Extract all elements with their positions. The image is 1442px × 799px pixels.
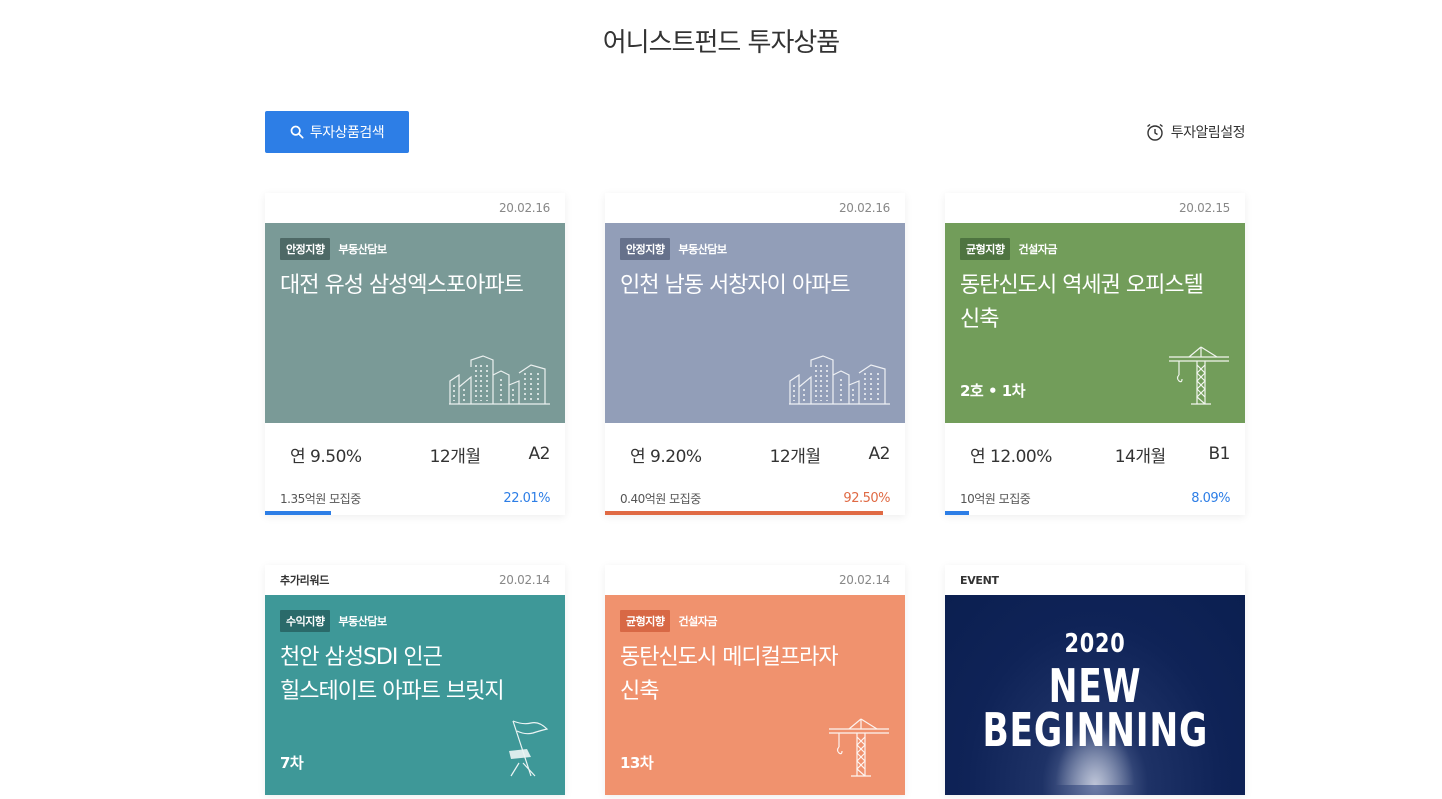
progress-percent: 8.09% [1191, 490, 1230, 506]
loan-period: 14개월 [1114, 446, 1166, 467]
credit-grade: B1 [1208, 444, 1231, 464]
search-button-label: 투자상품검색 [309, 125, 385, 141]
interest-rate: 연 12.00% [970, 446, 1052, 467]
card-title-line: 힐스테이트 아파트 브릿지 [280, 679, 505, 704]
flag-icon [509, 720, 549, 777]
event-tag: EVENT [960, 573, 999, 587]
progress-bar [265, 511, 565, 515]
card-title: 대전 유성 삼성엑스포아파트 [280, 269, 550, 303]
card-stats: 연 12.00% 14개월 B1 [945, 423, 1245, 485]
buildings-icon [449, 355, 550, 405]
credit-grade: A2 [868, 444, 891, 464]
interest-rate: 연 9.50% [290, 446, 362, 467]
progress-bar-fill [265, 511, 332, 515]
page-title: 어니스트펀드 투자상품 [602, 28, 840, 58]
event-card[interactable]: EVENT 2020 NEW BEGINNING [945, 565, 1245, 795]
card-title-line: 인천 남동 서창자이 아파트 [620, 273, 851, 298]
card-date: 20.02.15 [1178, 201, 1230, 215]
crane-icon [829, 718, 889, 777]
product-card[interactable]: 20.02.16 안정지향 부동산담보 대전 유성 삼성엑스포아파트 연 9.5… [265, 193, 565, 515]
search-icon [290, 125, 304, 139]
card-image: 균형지향 건설자금 동탄신도시 메디컬프라자 신축 13차 [605, 595, 905, 795]
search-products-button[interactable]: 투자상품검색 [265, 111, 409, 153]
card-title-line: 동탄신도시 메디컬프라자 [620, 645, 839, 670]
raised-amount: 0.40억원 모집중 [620, 491, 701, 506]
card-image: 안정지향 부동산담보 대전 유성 삼성엑스포아파트 [265, 223, 565, 423]
product-card[interactable]: 20.02.15 균형지향 건설자금 동탄신도시 역세권 오피스텔 신축 2호 … [945, 193, 1245, 515]
card-header: 20.02.16 [265, 193, 565, 223]
card-meta: 13차 [620, 754, 654, 772]
event-banner: 2020 NEW BEGINNING [945, 595, 1245, 795]
card-image: 균형지향 건설자금 동탄신도시 역세권 오피스텔 신축 2호 • 1차 [945, 223, 1245, 423]
progress-row: 0.40억원 모집중 92.50% [605, 485, 905, 511]
card-image: 안정지향 부동산담보 인천 남동 서창자이 아파트 [605, 223, 905, 423]
interest-rate: 연 9.20% [630, 446, 702, 467]
badge-collateral: 부동산담보 [338, 243, 387, 256]
investment-alarm-link[interactable]: 투자알림설정 [1145, 121, 1246, 143]
progress-percent: 22.01% [503, 490, 550, 506]
badge-collateral: 건설자금 [678, 615, 717, 628]
badge-type: 수익지향 [280, 610, 331, 632]
alarm-clock-icon [1146, 123, 1163, 141]
badge-collateral: 부동산담보 [338, 615, 387, 628]
raised-amount: 10억원 모집중 [960, 491, 1031, 506]
card-title: 동탄신도시 역세권 오피스텔 신축 [960, 269, 1230, 337]
loan-period: 12개월 [769, 446, 821, 467]
card-header: 추가리워드 20.02.14 [265, 565, 565, 595]
progress-bar-fill [605, 511, 883, 515]
badge-type: 안정지향 [280, 238, 331, 260]
card-date: 20.02.16 [838, 201, 890, 215]
progress-bar [605, 511, 905, 515]
card-title: 동탄신도시 메디컬프라자 신축 [620, 641, 890, 709]
event-year: 2020 [1064, 629, 1126, 659]
progress-bar-fill [945, 511, 970, 515]
card-title: 천안 삼성SDI 인근 힐스테이트 아파트 브릿지 [280, 641, 550, 709]
badge-type: 안정지향 [620, 238, 671, 260]
card-stats: 연 9.20% 12개월 A2 [605, 423, 905, 485]
card-meta: 7차 [280, 754, 304, 772]
buildings-icon [789, 355, 890, 405]
badge-type: 균형지향 [620, 610, 671, 632]
event-headline-line2: BEGINNING [982, 703, 1209, 757]
progress-row: 10억원 모집중 8.09% [945, 485, 1245, 511]
card-date: 20.02.16 [498, 201, 550, 215]
product-card[interactable]: 20.02.14 균형지향 건설자금 동탄신도시 메디컬프라자 신축 13차 [605, 565, 905, 795]
card-top-tag: 추가리워드 [280, 574, 330, 587]
progress-row: 1.35억원 모집중 22.01% [265, 485, 565, 511]
card-title-line: 천안 삼성SDI 인근 [280, 645, 443, 670]
card-title-line: 대전 유성 삼성엑스포아파트 [280, 273, 524, 298]
card-image: 수익지향 부동산담보 천안 삼성SDI 인근 힐스테이트 아파트 브릿지 7차 [265, 595, 565, 795]
card-header: 20.02.15 [945, 193, 1245, 223]
badge-collateral: 건설자금 [1018, 243, 1057, 256]
credit-grade: A2 [528, 444, 551, 464]
card-header: 20.02.14 [605, 565, 905, 595]
progress-bar [945, 511, 1245, 515]
card-title: 인천 남동 서창자이 아파트 [620, 269, 890, 303]
card-date: 20.02.14 [498, 573, 550, 587]
product-card[interactable]: 추가리워드 20.02.14 수익지향 부동산담보 천안 삼성SDI 인근 힐스… [265, 565, 565, 795]
card-header: 20.02.16 [605, 193, 905, 223]
badge-collateral: 부동산담보 [678, 243, 727, 256]
card-title-line: 동탄신도시 역세권 오피스텔 [960, 273, 1204, 298]
raised-amount: 1.35억원 모집중 [280, 491, 361, 506]
alarm-link-label: 투자알림설정 [1170, 125, 1246, 141]
product-card[interactable]: 20.02.16 안정지향 부동산담보 인천 남동 서창자이 아파트 연 9.2… [605, 193, 905, 515]
card-date: 20.02.14 [838, 573, 890, 587]
card-meta: 2호 • 1차 [960, 382, 1026, 400]
card-title-line: 신축 [960, 307, 999, 332]
crane-icon [1169, 346, 1229, 405]
card-title-line: 신축 [620, 679, 659, 704]
loan-period: 12개월 [429, 446, 481, 467]
card-stats: 연 9.50% 12개월 A2 [265, 423, 565, 485]
badge-type: 균형지향 [960, 238, 1011, 260]
progress-percent: 92.50% [843, 490, 890, 506]
card-header: EVENT [945, 565, 1245, 595]
